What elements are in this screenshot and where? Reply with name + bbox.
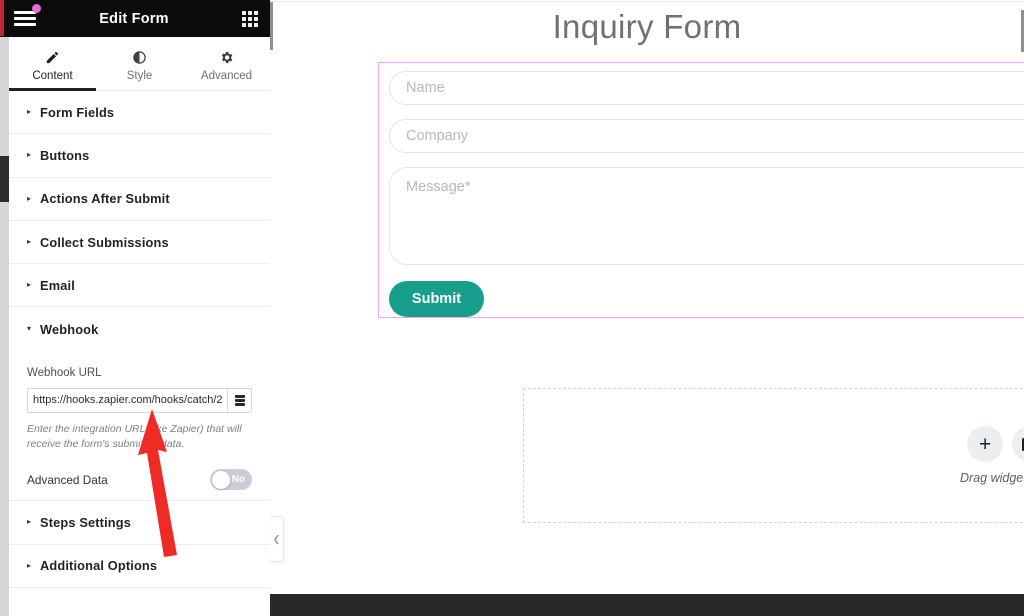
- dropzone-caption: Drag widget here: [960, 471, 1024, 485]
- editor-footer-bar: [270, 594, 1024, 616]
- message-field-placeholder: Message*: [406, 179, 471, 195]
- tab-style-label: Style: [126, 70, 153, 82]
- message-field[interactable]: Message*: [389, 167, 1024, 265]
- company-field-placeholder: Company: [406, 128, 469, 144]
- webhook-url-input[interactable]: [27, 387, 227, 413]
- chevron-right-icon: ▸: [27, 237, 32, 247]
- webhook-settings-body: Webhook URL Enter the integration URL (l…: [9, 350, 270, 502]
- plus-icon: +: [978, 432, 992, 456]
- panel-accent-strip: [0, 0, 4, 36]
- panel-collapse-handle[interactable]: ❮: [270, 516, 284, 562]
- tab-content[interactable]: Content: [9, 37, 96, 91]
- tab-style[interactable]: Style: [96, 37, 183, 90]
- chevron-left-icon: ❮: [272, 533, 281, 544]
- webhook-help-text: Enter the integration URL (like Zapier) …: [27, 422, 242, 450]
- sidebar-item-steps-settings[interactable]: ▸ Steps Settings: [9, 501, 270, 545]
- sidebar-item-label: Webhook: [40, 321, 99, 337]
- sidebar-item-label: Buttons: [40, 147, 90, 163]
- editor-side-panel: Edit Form Content Style Advanced ▸ Form …: [0, 0, 270, 616]
- sidebar-item-actions-after-submit[interactable]: ▸ Actions After Submit: [9, 177, 270, 221]
- submit-button[interactable]: Submit: [389, 281, 484, 317]
- widget-dropzone[interactable]: [523, 388, 1024, 523]
- sidebar-item-webhook[interactable]: ▾ Webhook: [9, 307, 270, 351]
- tab-content-label: Content: [32, 70, 73, 82]
- add-template-button[interactable]: [1012, 426, 1024, 462]
- chevron-down-icon: ▾: [27, 324, 32, 334]
- sidebar-item-form-fields[interactable]: ▸ Form Fields: [9, 91, 270, 135]
- panel-sections: ▸ Form Fields ▸ Buttons ▸ Actions After …: [9, 91, 270, 616]
- sidebar-item-label: Form Fields: [40, 104, 115, 120]
- tab-advanced[interactable]: Advanced: [183, 37, 270, 90]
- hamburger-icon[interactable]: [14, 4, 41, 27]
- sidebar-item-email[interactable]: ▸ Email: [9, 264, 270, 308]
- contrast-circle-icon: [132, 49, 147, 65]
- form-preview-canvas[interactable]: Inquiry Form Name Company Message* Submi…: [270, 0, 1024, 594]
- canvas-top-rule: [270, 1, 1024, 2]
- advanced-data-label: Advanced Data: [27, 472, 108, 487]
- sidebar-item-label: Email: [40, 277, 75, 293]
- advanced-data-row: Advanced Data No: [27, 469, 252, 491]
- panel-tabs: Content Style Advanced: [9, 37, 270, 91]
- panel-scrollbar-track[interactable]: [0, 36, 9, 616]
- elementor-editor-screen: Inquiry Form Name Company Message* Submi…: [0, 0, 1024, 616]
- form-widget-selected[interactable]: Name Company Message* Submit: [378, 62, 1024, 318]
- name-field-placeholder: Name: [406, 80, 445, 96]
- chevron-right-icon: ▸: [27, 517, 32, 527]
- sidebar-item-label: Collect Submissions: [40, 234, 169, 250]
- company-field[interactable]: Company: [389, 119, 1024, 153]
- sidebar-item-label: Additional Options: [40, 558, 158, 574]
- notification-badge-dot: [32, 4, 41, 13]
- chevron-right-icon: ▸: [27, 150, 32, 160]
- advanced-data-toggle[interactable]: No: [210, 469, 252, 491]
- sidebar-item-collect-submissions[interactable]: ▸ Collect Submissions: [9, 220, 270, 265]
- page-title: Inquiry Form: [552, 8, 742, 45]
- webhook-url-label: Webhook URL: [27, 366, 102, 379]
- toggle-state-label: No: [231, 474, 245, 486]
- gear-icon: [219, 49, 234, 65]
- add-widget-button[interactable]: +: [967, 426, 1004, 462]
- dynamic-tags-button[interactable]: [227, 387, 252, 413]
- panel-title: Edit Form: [99, 10, 169, 27]
- name-field[interactable]: Name: [389, 71, 1024, 105]
- grid-apps-icon[interactable]: [242, 10, 258, 27]
- sidebar-item-label: Steps Settings: [40, 514, 132, 530]
- widget-tools-group: + Drag widget here: [960, 426, 1024, 485]
- widget-tool-buttons: +: [967, 426, 1024, 462]
- pencil-icon: [45, 49, 60, 65]
- chevron-right-icon: ▸: [27, 560, 32, 570]
- sidebar-item-label: Actions After Submit: [40, 191, 170, 207]
- toggle-knob: [211, 470, 230, 489]
- chevron-right-icon: ▸: [27, 193, 32, 203]
- chevron-right-icon: ▸: [27, 280, 32, 290]
- panel-scrollbar-thumb[interactable]: [0, 156, 9, 202]
- panel-header: Edit Form: [0, 0, 270, 37]
- sidebar-item-additional-options[interactable]: ▸ Additional Options: [9, 544, 270, 588]
- tab-advanced-label: Advanced: [200, 70, 253, 82]
- sidebar-item-buttons[interactable]: ▸ Buttons: [9, 134, 270, 178]
- dynamic-tags-icon: [234, 395, 245, 406]
- webhook-url-row: [27, 387, 252, 413]
- chevron-right-icon: ▸: [27, 107, 32, 117]
